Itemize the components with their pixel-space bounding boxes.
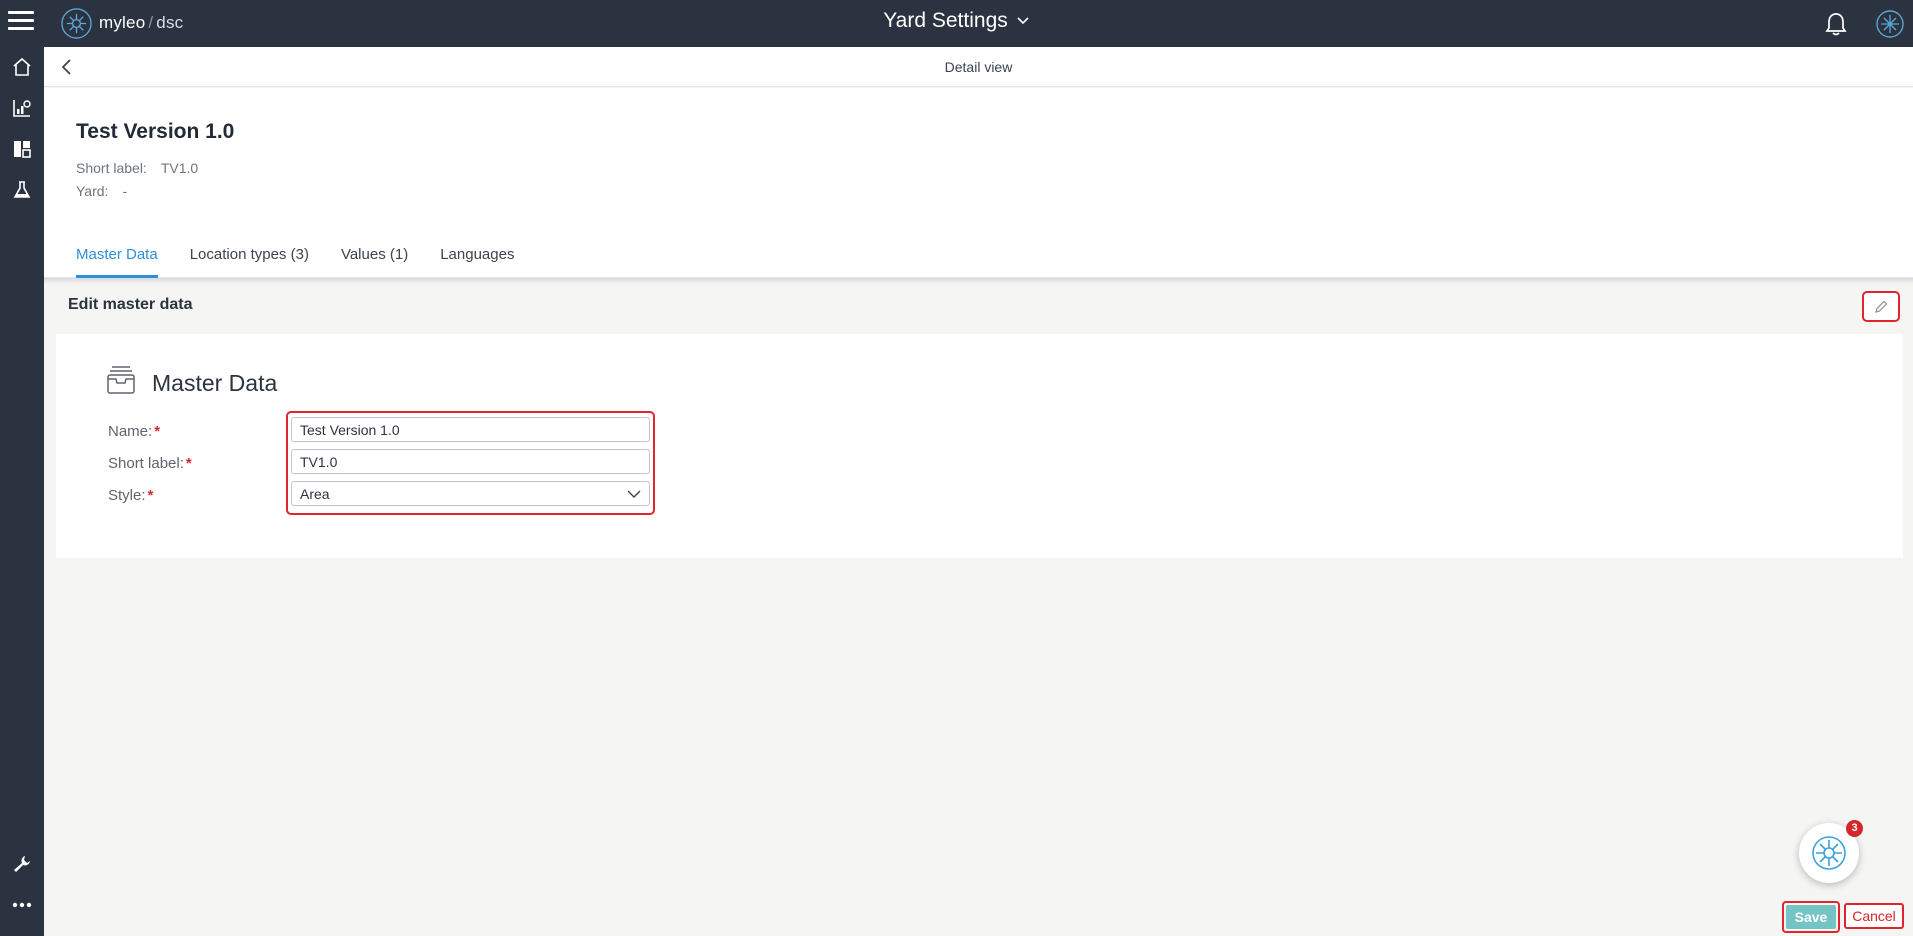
tab-values[interactable]: Values (1) [341, 238, 408, 278]
style-label-text: Style: [108, 487, 146, 504]
tab-shadow [44, 278, 1913, 284]
archive-icon [107, 366, 135, 394]
short-label-label-text: Short label: [108, 455, 184, 472]
chevron-down-icon [627, 490, 641, 498]
view-title: Detail view [944, 59, 1013, 75]
save-button[interactable]: Save [1786, 905, 1836, 929]
flask-icon [13, 181, 31, 198]
tab-location-types[interactable]: Location types (3) [190, 238, 309, 278]
chart-icon [13, 100, 31, 117]
sidebar-item-lab[interactable] [8, 176, 36, 204]
tab-master-data[interactable]: Master Data [76, 238, 158, 278]
style-select[interactable]: Area [291, 481, 650, 506]
required-marker: * [147, 487, 154, 504]
short-label-key: Short label: [76, 160, 147, 176]
record-yard: Yard: - [76, 183, 127, 199]
more-icon [12, 902, 32, 908]
brand-product: dsc [156, 13, 184, 32]
user-avatar-icon[interactable] [1875, 9, 1905, 39]
name-label-text: Name: [108, 423, 153, 440]
sidebar-item-tools[interactable] [8, 850, 36, 878]
record-short-label: Short label: TV1.0 [76, 160, 198, 176]
name-label: Name: * [108, 423, 160, 440]
short-label-field[interactable] [291, 449, 650, 474]
short-label-label: Short label: * [108, 455, 192, 472]
master-data-card: Master Data Name: * Short label: * Style: *… [56, 334, 1903, 558]
yard-key: Yard: [76, 183, 109, 199]
notification-badge: 3 [1846, 820, 1863, 837]
menu-icon[interactable] [8, 11, 34, 33]
style-label: Style: * [108, 487, 153, 504]
tab-bar: Master Data Location types (3) Values (1… [76, 238, 546, 278]
brand-separator: / [148, 13, 154, 32]
sidebar-item-home[interactable] [8, 53, 36, 81]
short-label-value: TV1.0 [160, 160, 199, 176]
top-bar: myleo / dsc Yard Settings [0, 0, 1913, 47]
edit-button[interactable] [1862, 291, 1900, 322]
yard-value: - [122, 183, 128, 199]
app-title: Yard Settings [883, 9, 1008, 32]
sidebar-item-dashboard[interactable] [8, 135, 36, 163]
sidebar-item-more[interactable] [8, 891, 36, 919]
brand-logo[interactable]: myleo / dsc [60, 6, 183, 40]
record-header: Test Version 1.0 Short label: TV1.0 Yard:… [44, 88, 1913, 278]
pencil-icon [1875, 300, 1888, 313]
wrench-icon [14, 856, 30, 872]
name-field[interactable] [291, 417, 650, 442]
bell-icon[interactable] [1824, 11, 1848, 37]
required-marker: * [185, 455, 192, 472]
app-title-container: Yard Settings [0, 9, 1913, 33]
sub-header: Detail view [44, 47, 1913, 87]
section-title: Edit master data [68, 296, 193, 313]
assistant-icon [1812, 836, 1846, 870]
logo-icon [61, 7, 92, 39]
sidebar-item-analytics[interactable] [8, 94, 36, 122]
required-marker: * [154, 423, 161, 440]
app-switcher[interactable]: Yard Settings [883, 9, 1030, 33]
record-title: Test Version 1.0 [76, 120, 235, 143]
home-icon [13, 57, 31, 76]
cancel-button[interactable]: Cancel [1844, 903, 1904, 929]
brand-main: myleo [99, 13, 146, 32]
style-select-value: Area [300, 486, 330, 502]
brand-name: myleo / dsc [99, 13, 183, 33]
left-sidebar [0, 47, 44, 936]
card-title: Master Data [152, 370, 278, 396]
tab-languages[interactable]: Languages [440, 238, 514, 278]
dashboard-icon [14, 141, 31, 158]
chevron-down-icon [1017, 17, 1029, 25]
